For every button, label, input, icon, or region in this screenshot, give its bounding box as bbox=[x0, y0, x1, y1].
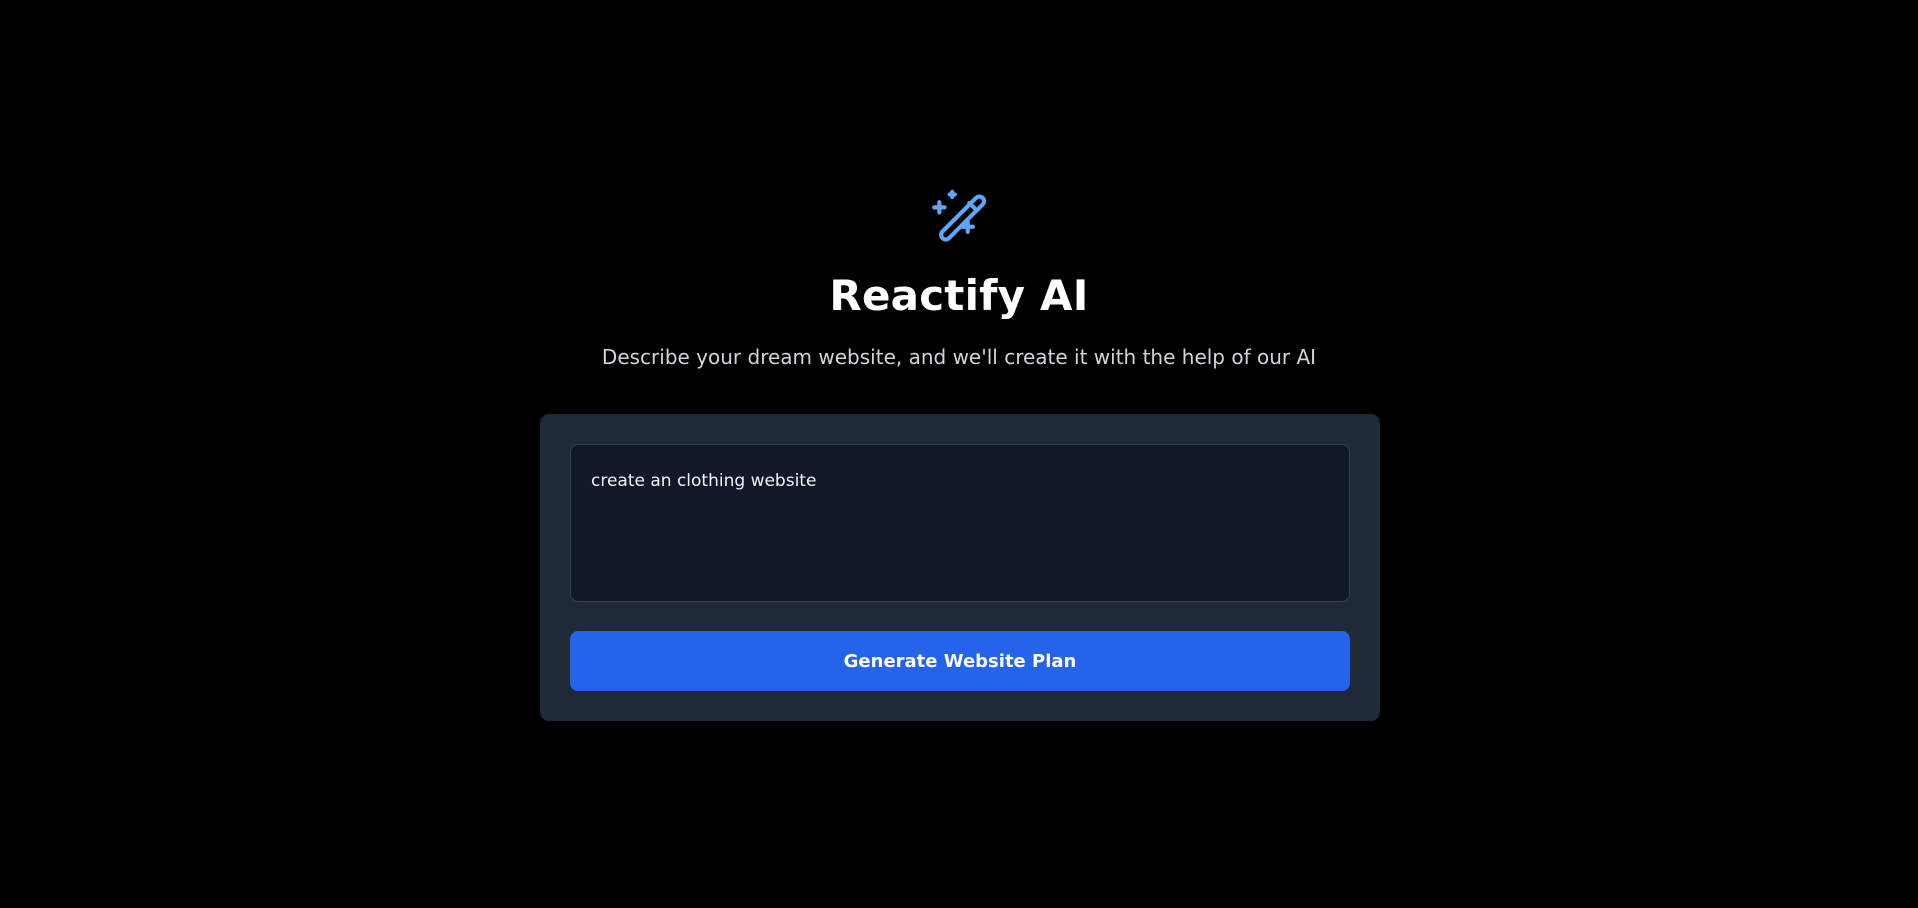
magic-wand-icon bbox=[929, 188, 991, 250]
generate-website-plan-button[interactable]: Generate Website Plan bbox=[570, 631, 1350, 691]
page-subtitle: Describe your dream website, and we'll c… bbox=[601, 345, 1317, 369]
page-title: Reactify AI bbox=[829, 271, 1089, 320]
website-description-input[interactable]: create an clothing website bbox=[570, 444, 1350, 602]
page: Reactify AI Describe your dream website,… bbox=[0, 0, 1918, 908]
prompt-card: create an clothing website Generate Webs… bbox=[540, 414, 1380, 721]
